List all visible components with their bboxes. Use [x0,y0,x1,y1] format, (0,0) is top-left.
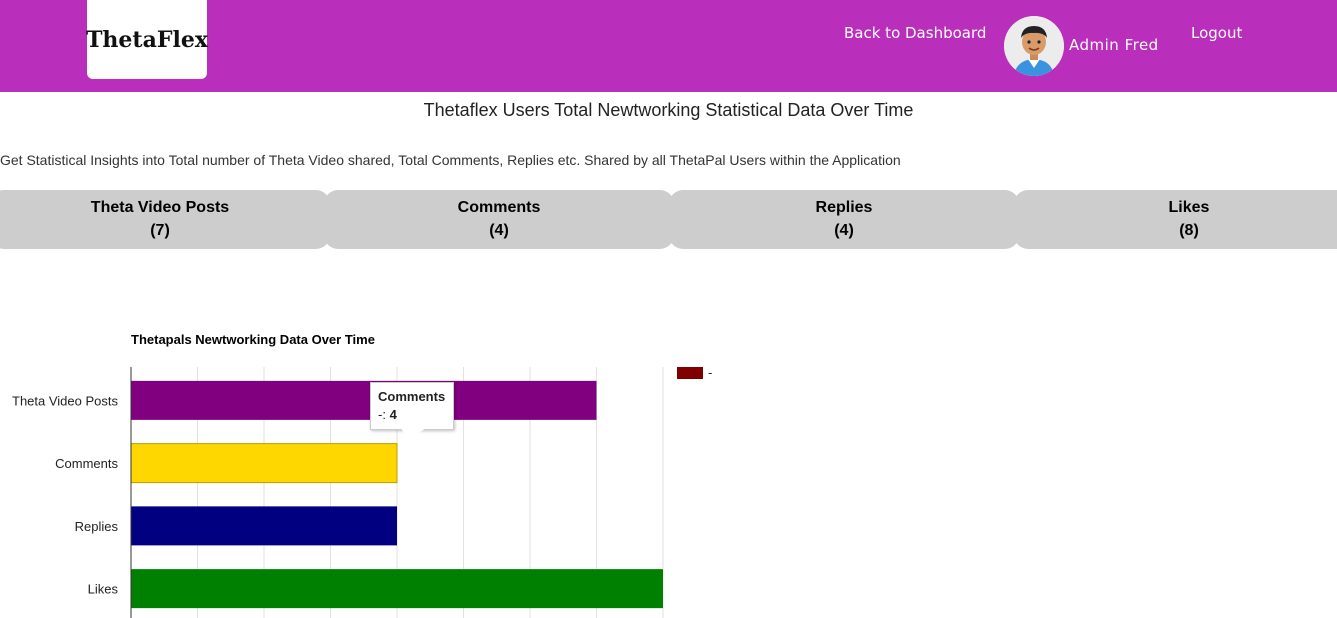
stat-label: Likes [1168,199,1210,216]
stat-label: Replies [815,199,873,216]
bar [131,506,397,546]
stat-card-video-posts[interactable]: Theta Video Posts (7) [0,190,330,249]
user-avatar-icon [1004,16,1064,76]
legend-swatch [677,367,703,379]
tooltip-tail [401,428,426,440]
logo[interactable]: ThetaFlex [86,0,208,79]
bar [131,380,597,420]
tooltip-title: Comments [378,389,446,404]
back-to-dashboard-link[interactable]: Back to Dashboard [844,24,986,42]
stat-card-replies[interactable]: Replies (4) [669,190,1019,249]
stat-label: Theta Video Posts [90,199,230,216]
stat-count: (8) [1179,222,1199,239]
stat-card-comments[interactable]: Comments (4) [324,190,674,249]
tooltip-value-number: 4 [389,407,397,422]
stat-count: (4) [834,222,854,239]
bar [131,569,663,609]
stat-count: (4) [489,222,509,239]
logo-text: ThetaFlex [86,26,208,53]
logout-link[interactable]: Logout [1191,24,1242,42]
legend-label: - [708,365,712,380]
chart-tooltip: Comments -: 4 [370,382,454,440]
header-bar: ThetaFlex Back to Dashboard Admin Fred L… [0,0,1337,92]
page-subtitle: Get Statistical Insights into Total numb… [0,152,901,168]
stat-card-likes[interactable]: Likes (8) [1014,190,1337,249]
stat-label: Comments [457,199,541,216]
tooltip-value-prefix: -: [378,407,390,422]
stat-count: (7) [150,222,170,239]
y-tick-label: Comments [55,456,118,471]
page-title: Thetaflex Users Total Newtworking Statis… [423,100,914,120]
y-tick-label: Theta Video Posts [12,393,118,408]
y-tick-label: Likes [88,582,119,597]
bar-chart: Thetapals Newtworking Data Over Time Thet… [12,332,712,618]
chart-title: Thetapals Newtworking Data Over Time [131,332,375,347]
user-name[interactable]: Admin Fred [1069,36,1159,54]
y-tick-label: Replies [75,519,119,534]
tooltip-value: -: 4 [378,407,397,422]
bar [130,443,398,484]
avatar[interactable] [1004,16,1064,76]
